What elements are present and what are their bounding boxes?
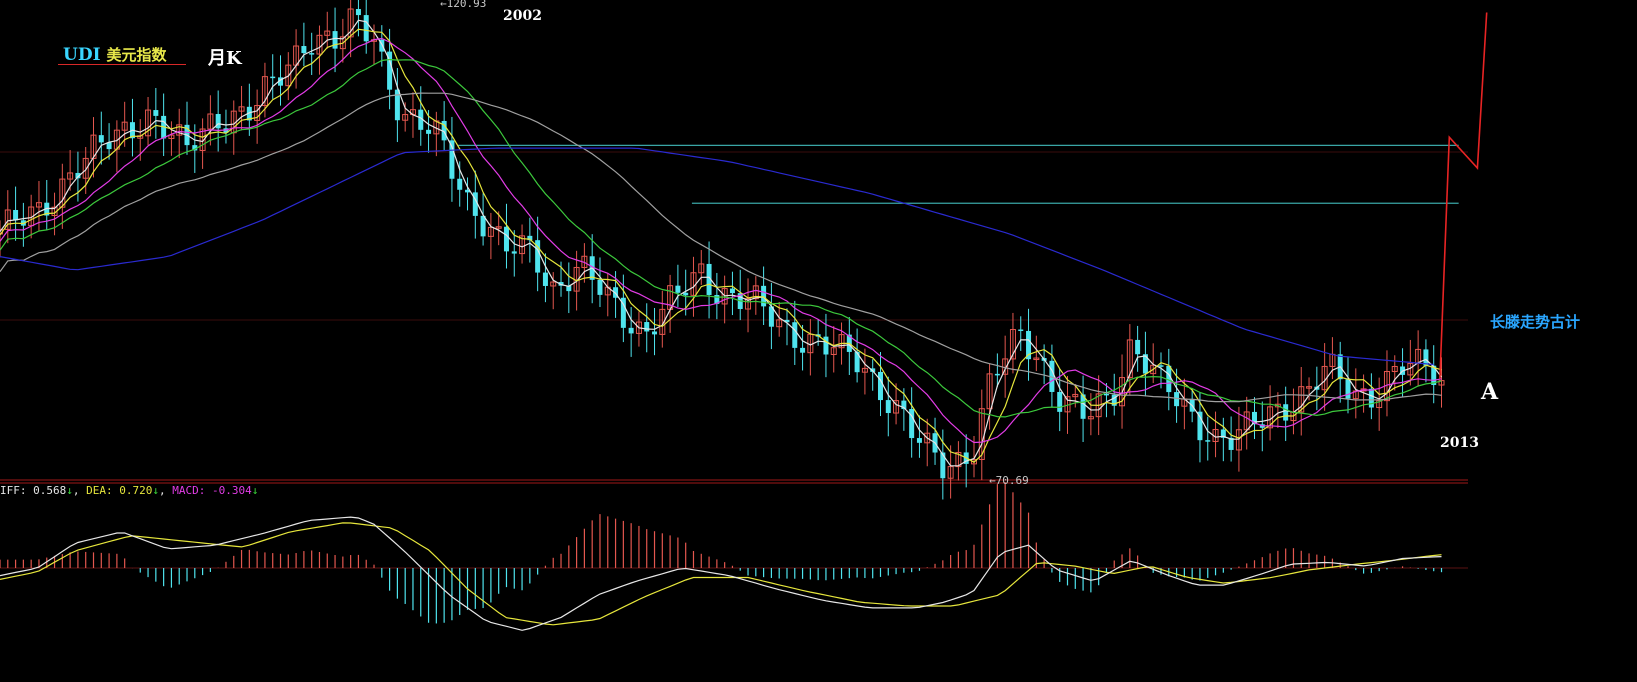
macd-arrow: ↓ [251, 484, 259, 497]
dea-arrow: ↓ [152, 484, 159, 497]
candle-body [628, 327, 634, 334]
moving-average-line [0, 92, 1442, 403]
candle-body [457, 178, 463, 190]
moving-average-line [0, 28, 1442, 463]
year-label-peak: 2002 [503, 8, 542, 24]
candle-body [480, 215, 486, 237]
candle-body [1103, 393, 1109, 396]
year-label-end: 2013 [1440, 435, 1479, 451]
candle-body [597, 279, 603, 295]
moving-average-line [0, 37, 1442, 444]
candle-body [877, 371, 883, 401]
candle-body [355, 9, 361, 16]
candlestick-chart [0, 0, 1488, 631]
title-underline [58, 64, 186, 65]
diff-value: IFF: 0.568 [0, 484, 67, 497]
diff-arrow: ↓ [66, 484, 73, 497]
forecast-label: 长滕走势古计 [1490, 313, 1581, 331]
candle-body [994, 373, 1000, 376]
candle-body [309, 53, 315, 55]
chart-title: UDI 美元指数 [63, 44, 166, 65]
candle-body [823, 336, 829, 355]
diff-line [0, 516, 1442, 631]
high-value-label: ←120.93 [440, 0, 487, 10]
candle-body [511, 251, 517, 254]
candle-body [729, 288, 735, 294]
candle-body [800, 347, 806, 353]
candle-body [13, 209, 19, 221]
candle-body [1283, 404, 1289, 421]
candle-body [683, 292, 689, 296]
candle-body [1205, 440, 1211, 442]
period-label: 月K [208, 48, 242, 69]
candle-body [644, 322, 650, 332]
macd-legend: IFF: 0.568↓, DEA: 0.720↓, MACD: -0.304↓ [0, 484, 259, 497]
candle-body [426, 129, 432, 134]
candle-body [652, 331, 658, 335]
candle-body [332, 31, 338, 49]
candle-body [1345, 379, 1351, 399]
candle-body [98, 135, 104, 143]
candle-body [153, 110, 159, 116]
title-symbol: UDI [63, 45, 101, 65]
candle-body [363, 15, 369, 42]
candle-body [1158, 365, 1164, 367]
candle-body [1368, 388, 1374, 408]
candle-body [885, 400, 891, 414]
candle-body [675, 285, 681, 293]
moving-average-line [0, 147, 1434, 366]
title-name: 美元指数 [106, 46, 167, 64]
candle-body [503, 226, 509, 252]
candle-body [301, 46, 307, 54]
chart-stage: UDI 美元指数 月K 2002 2013 A 长滕走势古计 ←120.93 ←… [0, 0, 1637, 682]
candle-body [1057, 391, 1063, 412]
dea-value: DEA: 0.720 [86, 484, 153, 497]
candle-body [270, 76, 276, 79]
candle-body [916, 438, 922, 443]
macd-value: MACD: -0.304 [172, 484, 252, 497]
candle-body [792, 322, 798, 348]
low-value-label: ←70.69 [989, 474, 1029, 487]
forecast-path [1439, 12, 1488, 379]
candle-body [1018, 329, 1024, 332]
candle-body [542, 272, 548, 286]
point-a-label: A [1481, 379, 1499, 405]
candle-body [1135, 339, 1141, 355]
